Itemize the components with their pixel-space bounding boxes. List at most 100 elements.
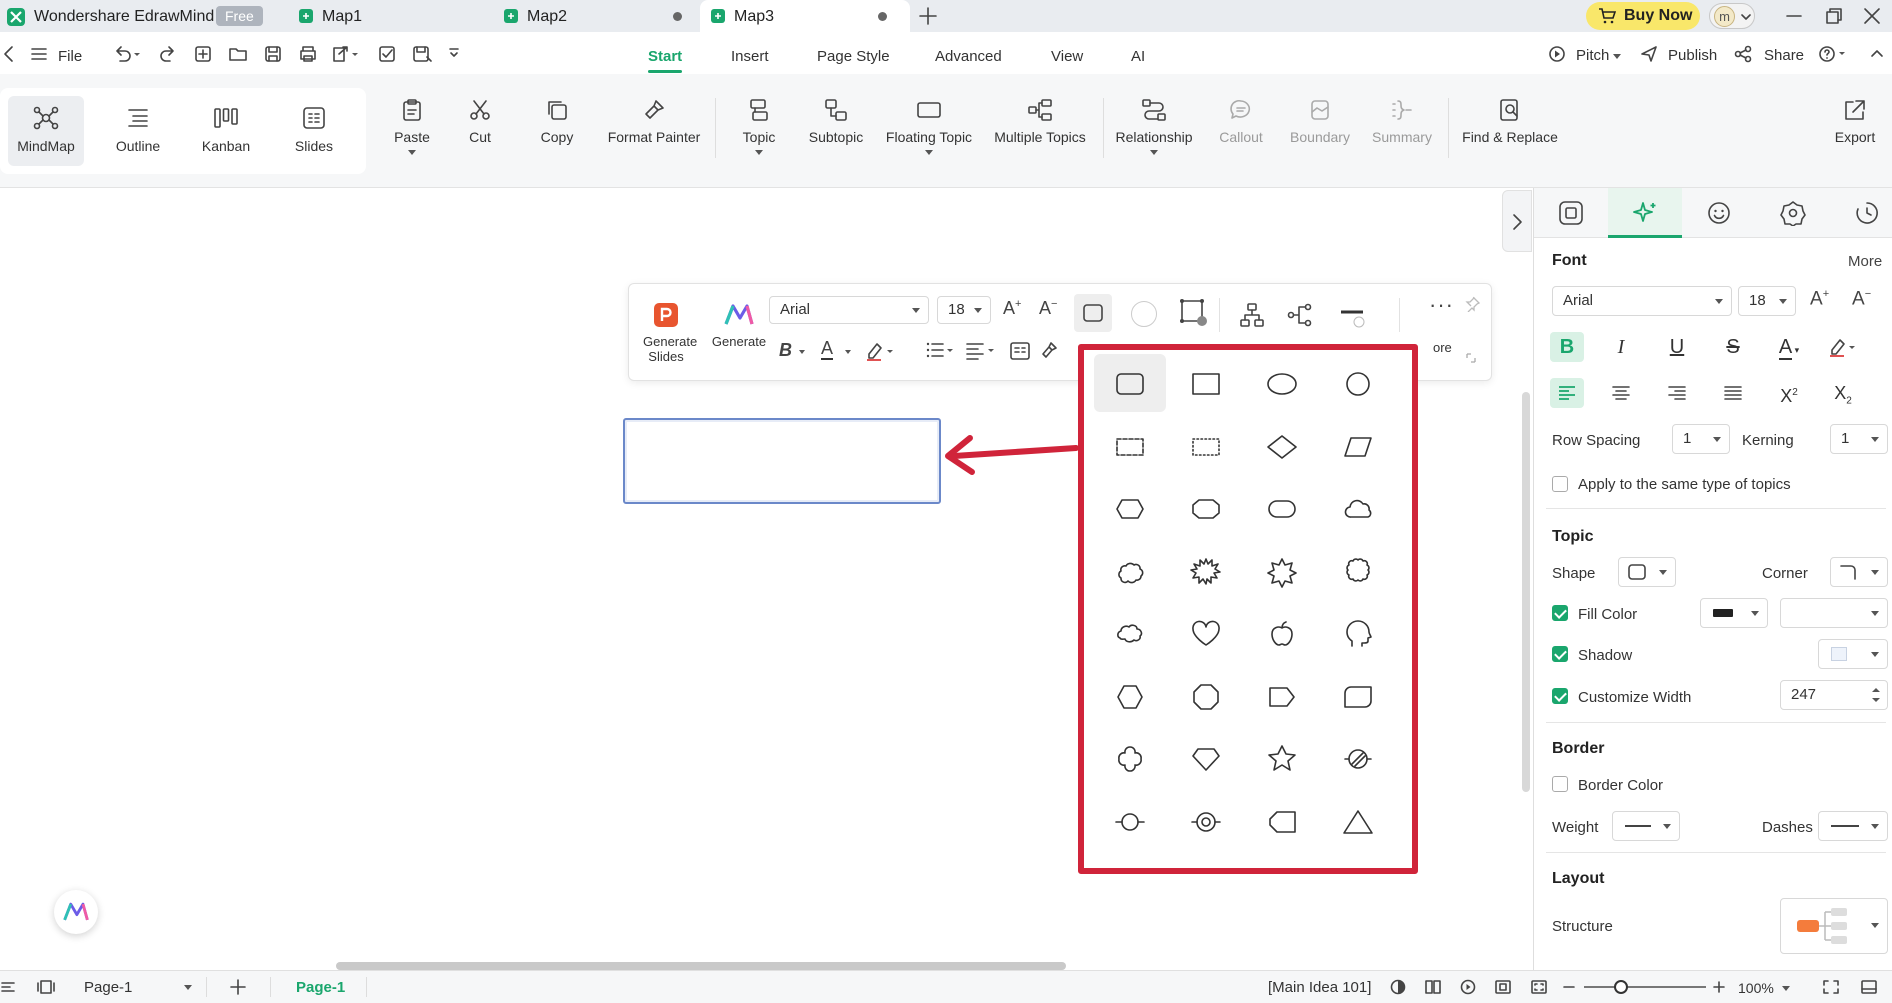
shape-option-ellipse[interactable] (1246, 354, 1318, 412)
align-icon[interactable] (965, 340, 997, 362)
corner-select[interactable] (1830, 557, 1888, 587)
user-avatar[interactable]: m (1709, 3, 1755, 29)
highlight-icon[interactable] (865, 340, 895, 362)
export-file-icon[interactable] (332, 45, 360, 63)
panel-decrease-font-icon[interactable]: A− (1852, 288, 1871, 310)
callout-button[interactable]: Callout (1218, 98, 1264, 145)
vertical-scrollbar[interactable] (1522, 392, 1530, 792)
tab-ai[interactable]: AI (1131, 48, 1145, 65)
format-painter-button[interactable]: Format Painter (604, 98, 704, 145)
decrease-font-icon[interactable]: A− (1039, 298, 1057, 319)
customize-width-checkbox[interactable] (1552, 688, 1568, 704)
new-tab-plus-icon[interactable] (918, 6, 938, 26)
topic-shape-select[interactable] (1618, 557, 1676, 587)
border-weight-select[interactable] (1612, 811, 1680, 841)
font-size-select[interactable]: 18 (937, 296, 991, 324)
connector-style-icon[interactable] (1287, 302, 1313, 328)
cut-button[interactable]: Cut (456, 98, 504, 145)
italic-button[interactable]: I (1604, 332, 1638, 362)
open-folder-icon[interactable] (228, 45, 248, 63)
publish-button[interactable]: Publish (1640, 44, 1724, 66)
more-options-icon[interactable]: ··· (1429, 292, 1454, 318)
print-icon[interactable] (298, 45, 318, 63)
shape-option-circle-slash[interactable] (1322, 729, 1394, 787)
shape-option-dashed-rectangle[interactable] (1094, 417, 1166, 475)
pitch-button[interactable]: Pitch (1548, 44, 1622, 66)
floating-topic-button[interactable]: Floating Topic (884, 98, 974, 155)
shape-option-scalloped-circle[interactable] (1322, 542, 1394, 600)
tab-start[interactable]: Start (648, 48, 682, 65)
page-thumbnails-icon[interactable] (36, 979, 56, 995)
shadow-color-picker[interactable] (1818, 639, 1888, 669)
zoom-slider-handle[interactable] (1614, 980, 1628, 994)
fill-secondary-color-picker[interactable] (1780, 598, 1888, 628)
shape-option-rectangle[interactable] (1170, 354, 1242, 412)
row-spacing-select[interactable]: 1 (1672, 424, 1730, 454)
fill-color-swatch[interactable] (1131, 301, 1157, 327)
clear-format-brush-icon[interactable] (1039, 340, 1059, 362)
fill-color-checkbox[interactable] (1552, 605, 1568, 621)
panel-tab-history[interactable] (1830, 188, 1892, 238)
generate-slides-button[interactable]: Generate Slides (643, 302, 697, 364)
shape-option-burst-star[interactable] (1246, 542, 1318, 600)
superscript-button[interactable]: X2 (1772, 378, 1806, 408)
play-slideshow-icon[interactable] (1460, 979, 1476, 995)
book-view-icon[interactable] (1424, 979, 1442, 995)
toggle-panel-icon[interactable] (1860, 979, 1878, 995)
tab-insert[interactable]: Insert (731, 48, 769, 65)
justify-button[interactable] (1716, 378, 1750, 408)
relationship-button[interactable]: Relationship (1114, 98, 1194, 155)
ai-assistant-button[interactable] (54, 890, 98, 934)
shape-option-brain-cloud[interactable] (1094, 604, 1166, 662)
fit-page-icon[interactable] (1494, 979, 1512, 995)
summary-button[interactable]: Summary (1370, 98, 1434, 145)
panel-tab-icons[interactable] (1682, 188, 1756, 238)
selected-main-topic[interactable] (623, 418, 941, 504)
file-menu[interactable]: File (58, 48, 82, 65)
save-icon[interactable] (264, 45, 282, 63)
outline-view-icon[interactable] (0, 979, 16, 995)
shape-option-parallelogram[interactable] (1322, 417, 1394, 475)
customize-width-input[interactable]: 247 (1780, 680, 1888, 710)
border-dashes-select[interactable] (1818, 811, 1888, 841)
ai-generate-button[interactable]: Generate (711, 302, 767, 349)
shape-option-circle-target[interactable] (1170, 792, 1242, 850)
fullscreen-icon[interactable] (1822, 979, 1840, 995)
structure-select[interactable] (1780, 898, 1888, 954)
text-box-icon[interactable] (1009, 340, 1031, 362)
shape-option-cross-rounded[interactable] (1094, 729, 1166, 787)
font-more-link[interactable]: More (1848, 253, 1882, 270)
align-left-button[interactable] (1550, 378, 1584, 408)
fill-color-picker[interactable] (1700, 598, 1768, 628)
page-select[interactable]: Page-1 (74, 975, 200, 999)
panel-tab-format[interactable] (1534, 188, 1608, 238)
new-file-icon[interactable] (194, 45, 212, 63)
list-icon[interactable] (925, 340, 955, 362)
kerning-select[interactable]: 1 (1830, 424, 1888, 454)
shape-option-heart[interactable] (1170, 604, 1242, 662)
find-replace-button[interactable]: Find & Replace (1462, 98, 1558, 145)
apply-same-type-checkbox[interactable] (1552, 476, 1568, 492)
zoom-level-select[interactable]: 100% (1738, 975, 1798, 999)
collapse-ribbon-icon[interactable] (1870, 47, 1884, 61)
tab-map3[interactable]: Map3 (700, 0, 910, 32)
shape-option-triangle[interactable] (1322, 792, 1394, 850)
view-slides-button[interactable]: Slides (276, 96, 352, 166)
fit-screen-icon[interactable] (1530, 979, 1548, 995)
subscript-button[interactable]: X2 (1826, 378, 1860, 408)
tab-page-style[interactable]: Page Style (817, 48, 890, 65)
resize-corner-icon[interactable] (1465, 352, 1477, 364)
border-style-icon[interactable] (1179, 298, 1209, 328)
shape-option-circle-line[interactable] (1094, 792, 1166, 850)
increase-font-icon[interactable]: A+ (1003, 298, 1021, 319)
boundary-button[interactable]: Boundary (1290, 98, 1350, 145)
theme-contrast-icon[interactable] (1390, 979, 1406, 995)
font-family-select[interactable]: Arial (769, 296, 929, 324)
stepper-icon[interactable] (1871, 683, 1881, 707)
panel-increase-font-icon[interactable]: A+ (1810, 288, 1829, 310)
tab-map1[interactable]: Map1 (298, 0, 494, 32)
shape-option-cloud-bumpy[interactable] (1094, 542, 1166, 600)
view-outline-button[interactable]: Outline (100, 96, 176, 166)
paste-button[interactable]: Paste (380, 98, 444, 155)
layout-structure-icon[interactable] (1239, 302, 1265, 328)
